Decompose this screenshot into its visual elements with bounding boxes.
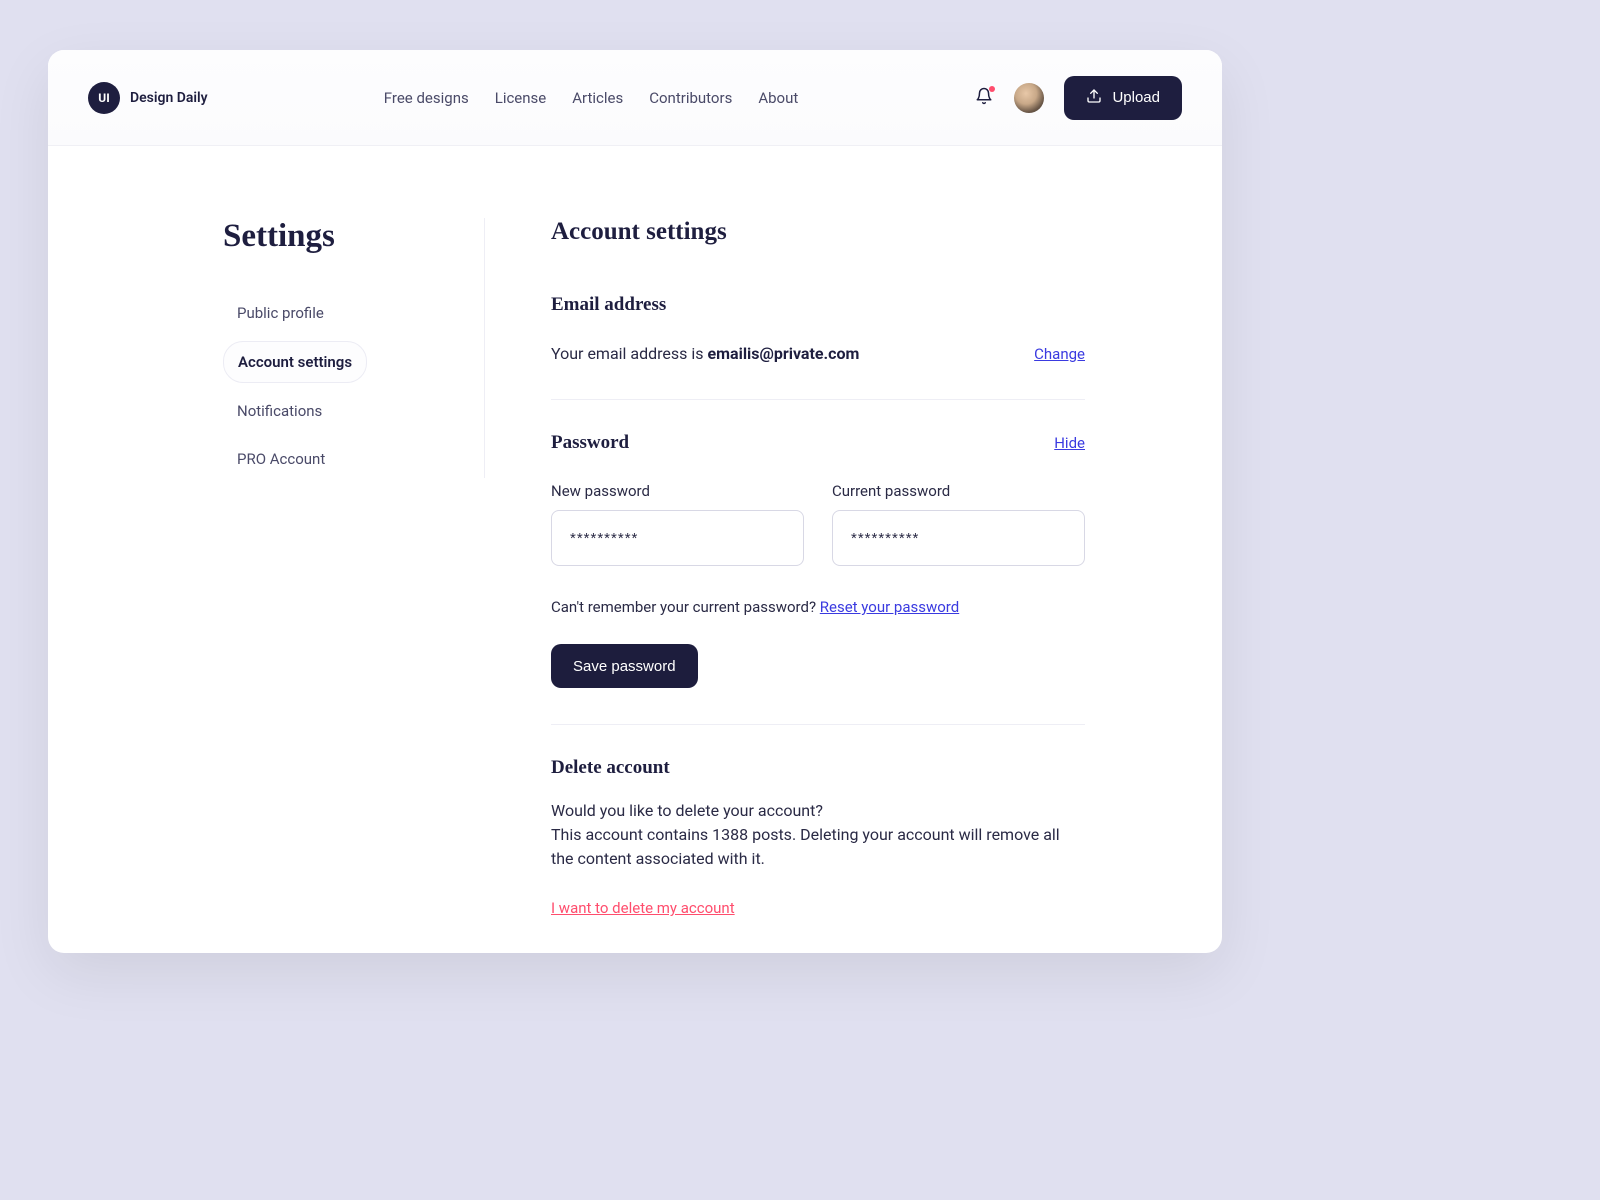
password-helper: Can't remember your current password? Re… (551, 598, 1085, 616)
brand-text: Design Daily (130, 90, 208, 106)
sidebar: Settings Public profile Account settings… (223, 218, 485, 478)
sidebar-item-account-settings[interactable]: Account settings (223, 341, 367, 383)
page-title: Account settings (551, 218, 1085, 246)
brand-badge: UI (88, 82, 120, 114)
current-password-label: Current password (832, 482, 1085, 500)
email-section: Email address Your email address is emai… (551, 294, 1085, 363)
change-email-link[interactable]: Change (1034, 345, 1085, 363)
sidebar-item-pro-account[interactable]: PRO Account (223, 439, 339, 479)
delete-line2: This account contains 1388 posts. Deleti… (551, 823, 1085, 871)
notifications-bell[interactable] (974, 88, 994, 108)
password-section: Password Hide New password Current passw… (551, 399, 1085, 688)
email-line: Your email address is emailis@private.co… (551, 344, 859, 363)
topbar: UI Design Daily Free designs License Art… (48, 50, 1222, 146)
save-password-button[interactable]: Save password (551, 644, 698, 688)
delete-section: Delete account Would you like to delete … (551, 724, 1085, 917)
nav-about[interactable]: About (758, 89, 798, 107)
password-heading: Password (551, 432, 629, 454)
email-address: emailis@private.com (708, 344, 860, 363)
nav-contributors[interactable]: Contributors (649, 89, 732, 107)
settings-heading: Settings (223, 218, 464, 255)
sidebar-item-public-profile[interactable]: Public profile (223, 293, 338, 333)
main-content: Account settings Email address Your emai… (485, 218, 1125, 953)
delete-account-link[interactable]: I want to delete my account (551, 899, 735, 917)
password-helper-text: Can't remember your current password? (551, 598, 820, 616)
upload-button[interactable]: Upload (1064, 76, 1182, 120)
nav-articles[interactable]: Articles (572, 89, 623, 107)
new-password-label: New password (551, 482, 804, 500)
delete-heading: Delete account (551, 757, 1085, 779)
new-password-input[interactable] (551, 510, 804, 566)
sidebar-item-notifications[interactable]: Notifications (223, 391, 336, 431)
current-password-input[interactable] (832, 510, 1085, 566)
nav-free-designs[interactable]: Free designs (384, 89, 469, 107)
delete-line1: Would you like to delete your account? (551, 799, 1085, 823)
avatar[interactable] (1014, 83, 1044, 113)
reset-password-link[interactable]: Reset your password (820, 598, 959, 616)
email-heading: Email address (551, 294, 1085, 316)
upload-label: Upload (1112, 89, 1160, 106)
nav-license[interactable]: License (495, 89, 547, 107)
hide-password-link[interactable]: Hide (1054, 434, 1085, 452)
main-nav: Free designs License Articles Contributo… (384, 89, 798, 107)
upload-icon (1086, 88, 1102, 108)
notification-dot (989, 86, 995, 92)
brand[interactable]: UI Design Daily (88, 82, 208, 114)
email-prefix: Your email address is (551, 344, 708, 363)
